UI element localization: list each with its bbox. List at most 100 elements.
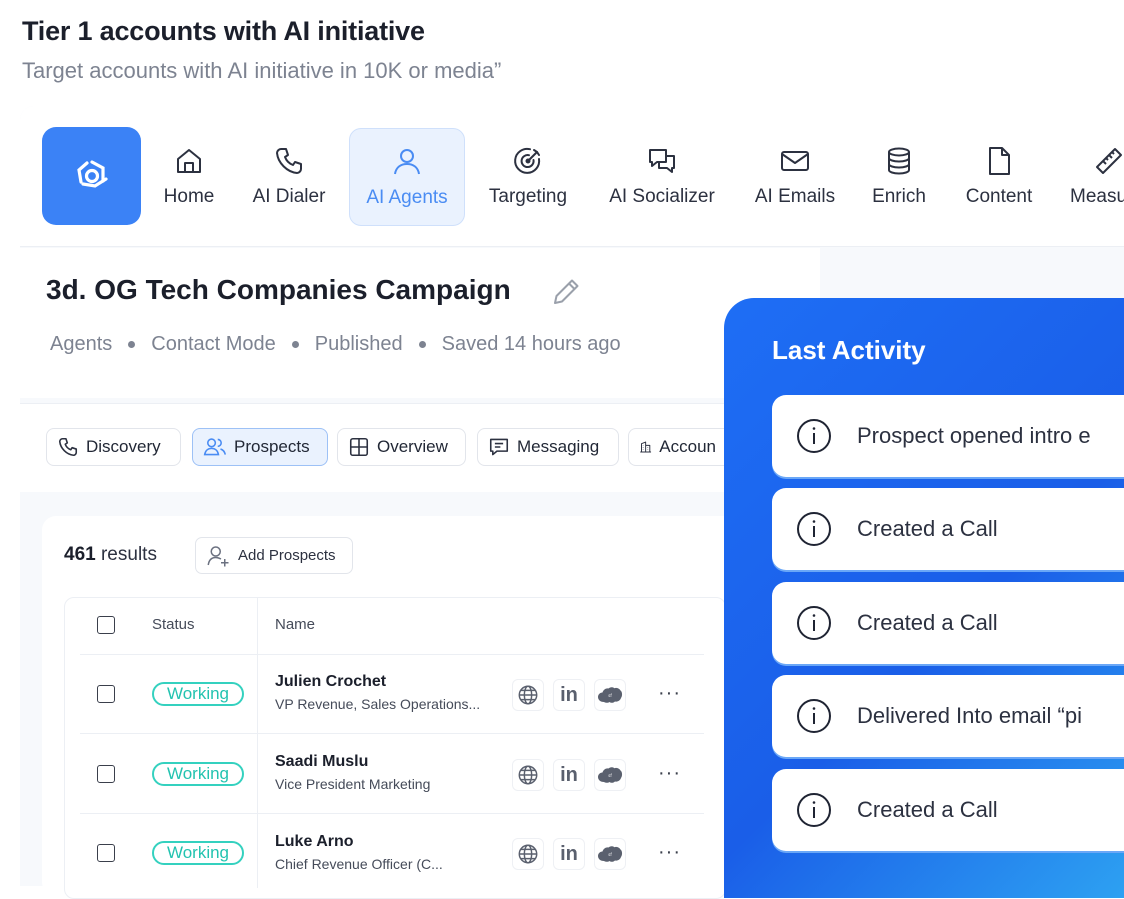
activity-item[interactable]: Prospect opened intro e xyxy=(772,395,1124,477)
linkedin-link[interactable]: in xyxy=(553,679,585,711)
activity-text: Created a Call xyxy=(857,516,998,542)
salesforce-icon: sf xyxy=(597,845,623,863)
svg-text:sf: sf xyxy=(608,773,612,778)
ruler-icon xyxy=(1092,144,1124,178)
nav-label: Home xyxy=(164,186,215,208)
nav-label: AI Socializer xyxy=(609,186,715,208)
salesforce-link[interactable]: sf xyxy=(594,759,626,791)
tab-overview[interactable]: Overview xyxy=(337,428,466,466)
row-more-menu[interactable]: ··· xyxy=(658,682,681,705)
status-badge: Working xyxy=(152,762,244,786)
activity-text: Created a Call xyxy=(857,610,998,636)
file-icon xyxy=(982,144,1016,178)
phone-icon xyxy=(272,144,306,178)
nav-label: Measu xyxy=(1070,186,1124,208)
info-icon xyxy=(796,511,832,547)
nav-label: AI Dialer xyxy=(253,186,326,208)
nav-ai-socializer[interactable]: AI Socializer xyxy=(600,128,724,224)
column-divider xyxy=(257,598,258,888)
row-divider xyxy=(80,813,704,814)
crumb-separator xyxy=(419,341,426,348)
prospect-name[interactable]: Luke Arno xyxy=(275,833,354,851)
linkedin-icon: in xyxy=(560,764,578,787)
prospect-name[interactable]: Saadi Muslu xyxy=(275,753,368,771)
prospect-name[interactable]: Julien Crochet xyxy=(275,673,386,691)
globe-icon xyxy=(517,764,539,786)
row-more-menu[interactable]: ··· xyxy=(658,762,681,785)
linkedin-link[interactable]: in xyxy=(553,838,585,870)
tab-accounts[interactable]: Accoun xyxy=(628,428,726,466)
page-subtitle: Target accounts with AI initiative in 10… xyxy=(22,58,501,84)
column-header-name[interactable]: Name xyxy=(275,616,315,633)
nav-content[interactable]: Content xyxy=(956,128,1042,224)
svg-text:sf: sf xyxy=(608,852,612,857)
tab-label: Overview xyxy=(377,437,448,457)
info-icon xyxy=(796,605,832,641)
page-title: Tier 1 accounts with AI initiative xyxy=(22,16,425,47)
building-icon xyxy=(639,436,652,458)
campaign-title: 3d. OG Tech Companies Campaign xyxy=(46,274,511,306)
nav-enrich[interactable]: Enrich xyxy=(864,128,934,224)
prospect-title: Chief Revenue Officer (C... xyxy=(275,856,460,872)
mail-icon xyxy=(778,144,812,178)
nav-measure[interactable]: Measu xyxy=(1066,128,1124,224)
crumb-contact-mode: Contact Mode xyxy=(151,333,276,356)
nav-label: AI Emails xyxy=(755,186,835,208)
linkedin-icon: in xyxy=(560,684,578,707)
select-all-checkbox[interactable] xyxy=(97,616,115,634)
activity-item[interactable]: Created a Call xyxy=(772,488,1124,570)
status-badge: Working xyxy=(152,841,244,865)
tab-messaging[interactable]: Messaging xyxy=(477,428,619,466)
add-prospects-button[interactable]: Add Prospects xyxy=(195,537,353,574)
campaign-header xyxy=(20,248,820,398)
activity-item[interactable]: Created a Call xyxy=(772,769,1124,851)
results-suffix: results xyxy=(96,544,157,565)
crumb-separator xyxy=(292,341,299,348)
home-icon xyxy=(172,144,206,178)
app-logo[interactable] xyxy=(42,127,141,225)
tab-label: Accoun xyxy=(659,437,716,457)
info-icon xyxy=(796,698,832,734)
globe-icon xyxy=(517,843,539,865)
tab-prospects[interactable]: Prospects xyxy=(192,428,328,466)
website-link[interactable] xyxy=(512,838,544,870)
nav-label: Targeting xyxy=(489,186,567,208)
message-icon xyxy=(488,436,510,458)
activity-item[interactable]: Created a Call xyxy=(772,582,1124,664)
tab-discovery[interactable]: Discovery xyxy=(46,428,181,466)
column-header-status[interactable]: Status xyxy=(152,616,195,633)
salesforce-icon: sf xyxy=(597,766,623,784)
nav-ai-emails[interactable]: AI Emails xyxy=(748,128,842,224)
website-link[interactable] xyxy=(512,679,544,711)
row-checkbox[interactable] xyxy=(97,765,115,783)
results-number: 461 xyxy=(64,544,96,565)
row-more-menu[interactable]: ··· xyxy=(658,841,681,864)
prospect-title: Vice President Marketing xyxy=(275,776,500,792)
activity-item[interactable]: Delivered Into email “pi xyxy=(772,675,1124,757)
website-link[interactable] xyxy=(512,759,544,791)
row-checkbox[interactable] xyxy=(97,685,115,703)
globe-icon xyxy=(517,684,539,706)
phone-icon xyxy=(57,436,79,458)
nav-ai-agents[interactable]: AI Agents xyxy=(349,128,465,226)
tab-label: Prospects xyxy=(234,437,310,457)
nav-home[interactable]: Home xyxy=(155,128,223,224)
tab-label: Messaging xyxy=(517,437,599,457)
add-prospects-label: Add Prospects xyxy=(238,547,336,564)
row-checkbox[interactable] xyxy=(97,844,115,862)
crumb-agents[interactable]: Agents xyxy=(50,333,112,356)
linkedin-link[interactable]: in xyxy=(553,759,585,791)
database-icon xyxy=(882,144,916,178)
salesforce-link[interactable]: sf xyxy=(594,679,626,711)
campaign-breadcrumb: Agents Contact Mode Published Saved 14 h… xyxy=(50,333,621,356)
nav-ai-dialer[interactable]: AI Dialer xyxy=(245,128,333,224)
activity-text: Created a Call xyxy=(857,797,998,823)
salesforce-link[interactable]: sf xyxy=(594,838,626,870)
edit-pencil-icon[interactable] xyxy=(550,276,582,313)
activity-text: Delivered Into email “pi xyxy=(857,703,1082,729)
users-icon xyxy=(203,436,227,458)
row-divider xyxy=(80,733,704,734)
info-icon xyxy=(796,792,832,828)
grid-icon xyxy=(348,436,370,458)
nav-targeting[interactable]: Targeting xyxy=(480,128,576,224)
